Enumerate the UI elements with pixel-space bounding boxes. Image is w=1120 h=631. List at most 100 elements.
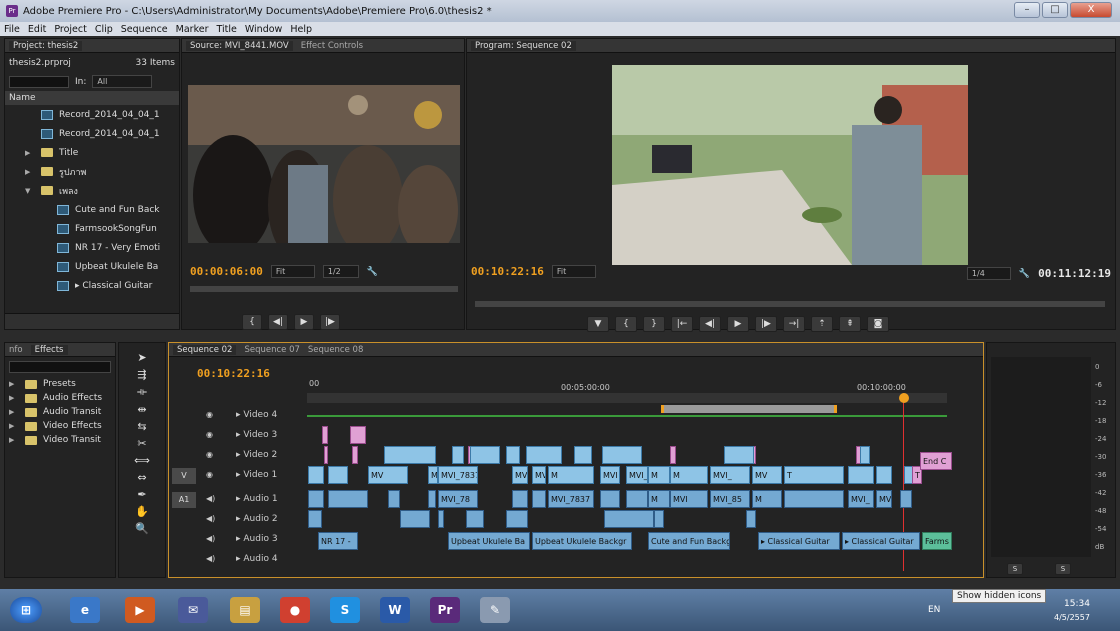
track-label[interactable]: ▸ Audio 2	[236, 514, 278, 524]
lift-icon[interactable]: ⇡	[811, 316, 833, 332]
timeline-clip[interactable]: MVI_	[710, 466, 750, 484]
track-label[interactable]: ▸ Video 2	[236, 450, 277, 460]
timeline-clip[interactable]: MVI_78	[438, 490, 478, 508]
timeline-clip[interactable]	[876, 466, 892, 484]
timeline-clip[interactable]: ▸ Classical Guitar	[842, 532, 920, 550]
slip-tool-icon[interactable]: ⟺	[134, 454, 150, 467]
expand-triangle-icon[interactable]: ▶	[25, 149, 35, 157]
timeline-clip[interactable]: MVI_7837	[548, 490, 594, 508]
timeline-clip[interactable]	[328, 466, 348, 484]
timeline-clip[interactable]	[322, 426, 328, 444]
tab-sequence-07[interactable]: Sequence 07	[244, 345, 299, 355]
razor-tool-icon[interactable]: ✂	[137, 437, 146, 450]
timeline-clip[interactable]: MVI	[600, 466, 620, 484]
name-column-header[interactable]: Name	[9, 93, 36, 103]
extract-icon[interactable]: ⇞	[839, 316, 861, 332]
timeline-clip[interactable]	[388, 490, 400, 508]
timeline-clip[interactable]	[900, 490, 912, 508]
track-label[interactable]: ▸ Audio 1	[236, 494, 278, 504]
timeline-clip[interactable]: MV	[512, 466, 528, 484]
hand-tool-icon[interactable]: ✋	[135, 505, 149, 518]
file-explorer-icon[interactable]: ▤	[230, 597, 260, 623]
effects-folder[interactable]: ▶ Video Transit	[5, 433, 115, 447]
in-filter-select[interactable]: All	[92, 75, 153, 88]
toggle-output-eye-icon[interactable]: ◉	[206, 470, 213, 479]
timeline-clip[interactable]	[512, 490, 528, 508]
source-scrubber[interactable]	[190, 286, 458, 292]
source-patch[interactable]: A1	[172, 492, 196, 508]
program-wrench-icon[interactable]: 🔧	[1019, 269, 1030, 279]
track-label[interactable]: ▸ Audio 3	[236, 534, 278, 544]
rolling-edit-tool-icon[interactable]: ⇹	[137, 403, 146, 416]
paint-icon[interactable]: ✎	[480, 597, 510, 623]
tab-sequence-02[interactable]: Sequence 02	[173, 344, 237, 355]
timeline-clip[interactable]	[602, 446, 642, 464]
project-item[interactable]: Record_2014_04_04_1	[5, 124, 179, 143]
source-timecode[interactable]: 00:00:06:00	[190, 265, 263, 278]
mark-in-icon[interactable]: {	[242, 314, 262, 330]
minimize-button[interactable]: –	[1014, 2, 1040, 18]
timeline-clip[interactable]: Farms	[922, 532, 952, 550]
clock-time[interactable]: 15:34	[1064, 599, 1090, 609]
timeline-clip[interactable]	[328, 490, 368, 508]
expand-triangle-icon[interactable]: ▶	[9, 394, 19, 402]
timeline-clip[interactable]	[724, 446, 754, 464]
chrome-icon[interactable]: ●	[280, 597, 310, 623]
expand-triangle-icon[interactable]: ▶	[9, 408, 19, 416]
menu-marker[interactable]: Marker	[176, 24, 209, 35]
solo-left-button[interactable]: S	[1007, 563, 1023, 575]
timeline-clip[interactable]: M	[670, 466, 708, 484]
timeline-clip[interactable]: Upbeat Ukulele Ba	[448, 532, 530, 550]
zoom-tool-icon[interactable]: 🔍	[135, 522, 149, 535]
timeline-clip[interactable]	[526, 446, 562, 464]
timeline-clip[interactable]: M	[548, 466, 594, 484]
effects-folder[interactable]: ▶ Audio Effects	[5, 391, 115, 405]
timeline-clip[interactable]	[324, 446, 328, 464]
project-search-input[interactable]	[9, 75, 69, 88]
program-step-forward-icon[interactable]: |▶	[755, 316, 777, 332]
timeline-clip[interactable]: MVI_85	[710, 490, 750, 508]
track-select-tool-icon[interactable]: ⇶	[137, 368, 146, 381]
work-area-bar[interactable]	[661, 405, 837, 413]
timeline-clip[interactable]: MVI	[670, 490, 708, 508]
source-resolution-select[interactable]: 1/2	[322, 265, 359, 278]
menu-title[interactable]: Title	[217, 24, 237, 35]
effects-folder[interactable]: ▶ Audio Transit	[5, 405, 115, 419]
timeline-clip[interactable]	[350, 426, 366, 444]
timeline-timecode[interactable]: 00:10:22:16	[197, 367, 270, 380]
rate-stretch-tool-icon[interactable]: ⇆	[137, 420, 146, 433]
premiere-icon[interactable]: Pr	[430, 597, 460, 623]
language-indicator[interactable]: EN	[928, 605, 940, 615]
tab-project[interactable]: Project: thesis2	[9, 40, 83, 51]
timeline-clip[interactable]: MVI_7837	[532, 466, 546, 484]
timeline-clip[interactable]	[308, 466, 324, 484]
expand-triangle-icon[interactable]: ▶	[25, 168, 35, 176]
program-resolution-select[interactable]: 1/4	[966, 267, 1011, 280]
timeline-clip[interactable]	[506, 446, 520, 464]
track-label[interactable]: ▸ Video 1	[236, 470, 277, 480]
timeline-clip[interactable]: NR 17 -	[318, 532, 358, 550]
toggle-audio-speaker-icon[interactable]: ◀)	[206, 514, 215, 523]
timeline-clip[interactable]	[784, 490, 844, 508]
timeline-clip[interactable]	[352, 446, 358, 464]
menu-clip[interactable]: Clip	[95, 24, 113, 35]
timeline-clip[interactable]	[438, 510, 444, 528]
start-button-icon[interactable]: ⊞	[10, 597, 42, 623]
timeline-clip[interactable]: ▸ Classical Guitar	[758, 532, 840, 550]
timeline-clip[interactable]	[670, 446, 676, 464]
project-item[interactable]: ▶ รูปภาพ	[5, 162, 179, 181]
project-item[interactable]: ▸ Classical Guitar	[5, 276, 179, 295]
program-step-back-icon[interactable]: ◀|	[699, 316, 721, 332]
mail-icon[interactable]: ✉	[178, 597, 208, 623]
timeline-clip[interactable]: M	[752, 490, 782, 508]
effects-search-input[interactable]	[9, 361, 111, 373]
timeline-clip[interactable]	[308, 510, 322, 528]
track-label[interactable]: ▸ Video 3	[236, 430, 277, 440]
menu-help[interactable]: Help	[290, 24, 312, 35]
timeline-clip[interactable]	[654, 510, 664, 528]
project-item[interactable]: ▶ Title	[5, 143, 179, 162]
timeline-clip[interactable]: MV	[752, 466, 782, 484]
menu-sequence[interactable]: Sequence	[121, 24, 168, 35]
pen-tool-icon[interactable]: ✒	[137, 488, 146, 501]
step-back-icon[interactable]: ◀|	[268, 314, 288, 330]
